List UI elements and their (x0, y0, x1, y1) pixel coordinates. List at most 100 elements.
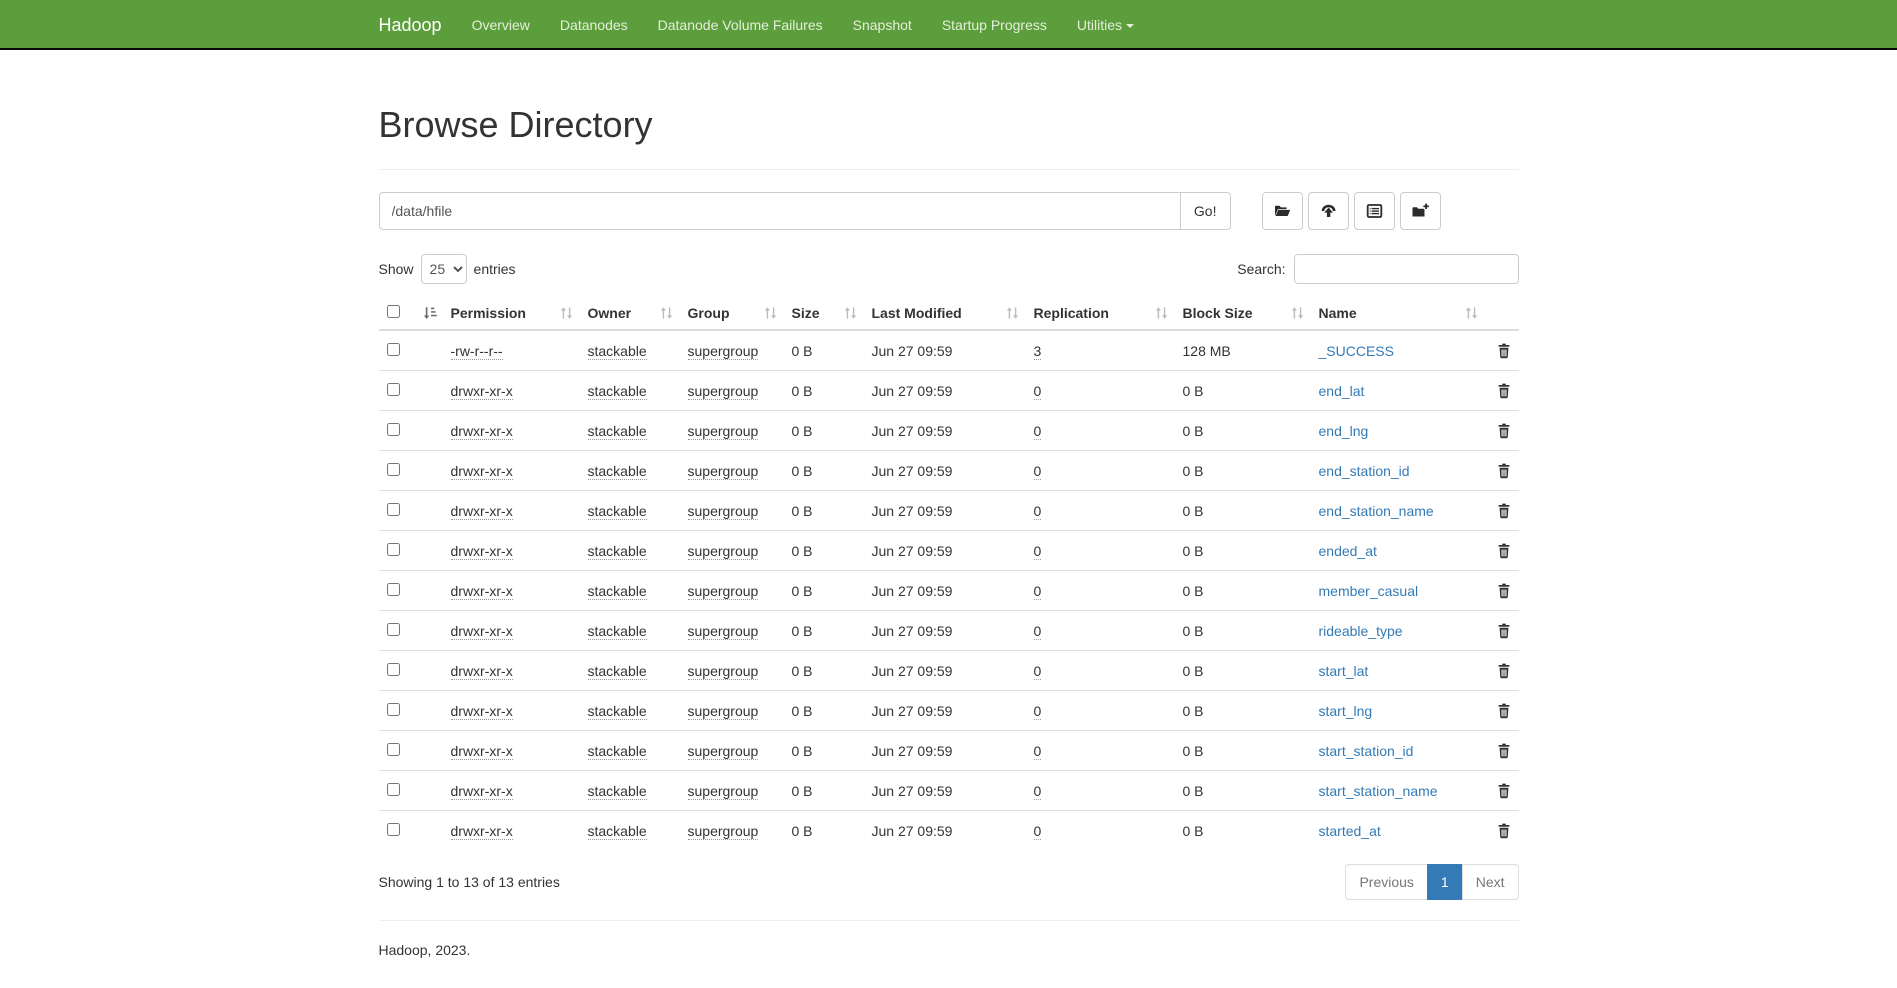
header-permission[interactable]: Permission (443, 296, 580, 330)
group-value[interactable]: supergroup (688, 383, 759, 400)
group-value[interactable]: supergroup (688, 583, 759, 600)
group-value[interactable]: supergroup (688, 703, 759, 720)
nav-item-datanodes[interactable]: Datanodes (545, 0, 643, 50)
nav-item-startup-progress[interactable]: Startup Progress (927, 0, 1062, 50)
file-name-link[interactable]: end_lng (1319, 423, 1369, 439)
permission-value[interactable]: drwxr-xr-x (451, 503, 513, 520)
group-value[interactable]: supergroup (688, 543, 759, 560)
file-name-link[interactable]: rideable_type (1319, 623, 1403, 639)
file-name-link[interactable]: start_lat (1319, 663, 1369, 679)
nav-dropdown-utilities[interactable]: Utilities (1062, 0, 1149, 50)
delete-button[interactable] (1497, 663, 1511, 679)
replication-value[interactable]: 0 (1034, 463, 1042, 480)
owner-value[interactable]: stackable (588, 343, 647, 360)
upload-file-button[interactable] (1308, 192, 1349, 230)
delete-button[interactable] (1497, 703, 1511, 719)
pagination-previous[interactable]: Previous (1345, 864, 1427, 900)
owner-value[interactable]: stackable (588, 383, 647, 400)
row-checkbox[interactable] (387, 543, 400, 556)
row-checkbox[interactable] (387, 703, 400, 716)
group-value[interactable]: supergroup (688, 783, 759, 800)
group-value[interactable]: supergroup (688, 743, 759, 760)
file-name-link[interactable]: _SUCCESS (1319, 343, 1394, 359)
row-checkbox[interactable] (387, 623, 400, 636)
row-checkbox[interactable] (387, 463, 400, 476)
file-name-link[interactable]: started_at (1319, 823, 1381, 839)
delete-button[interactable] (1497, 463, 1511, 479)
row-checkbox[interactable] (387, 583, 400, 596)
replication-value[interactable]: 0 (1034, 663, 1042, 680)
permission-value[interactable]: drwxr-xr-x (451, 463, 513, 480)
group-value[interactable]: supergroup (688, 463, 759, 480)
owner-value[interactable]: stackable (588, 543, 647, 560)
replication-value[interactable]: 0 (1034, 383, 1042, 400)
file-name-link[interactable]: start_station_id (1319, 743, 1414, 759)
page-size-select[interactable]: 25 (421, 254, 467, 284)
file-name-link[interactable]: start_lng (1319, 703, 1373, 719)
row-checkbox[interactable] (387, 423, 400, 436)
go-button[interactable]: Go! (1180, 192, 1231, 230)
replication-value[interactable]: 0 (1034, 423, 1042, 440)
group-value[interactable]: supergroup (688, 503, 759, 520)
directory-path-input[interactable] (379, 192, 1181, 230)
replication-value[interactable]: 0 (1034, 543, 1042, 560)
create-directory-button[interactable] (1400, 192, 1441, 230)
select-all-header[interactable] (379, 296, 443, 330)
nav-item-overview[interactable]: Overview (457, 0, 545, 50)
owner-value[interactable]: stackable (588, 783, 647, 800)
open-folder-button[interactable] (1262, 192, 1303, 230)
delete-button[interactable] (1497, 583, 1511, 599)
file-name-link[interactable]: end_station_name (1319, 503, 1434, 519)
row-checkbox[interactable] (387, 383, 400, 396)
group-value[interactable]: supergroup (688, 823, 759, 840)
header-name[interactable]: Name (1311, 296, 1485, 330)
permission-value[interactable]: -rw-r--r-- (451, 343, 503, 360)
replication-value[interactable]: 0 (1034, 503, 1042, 520)
header-block-size[interactable]: Block Size (1175, 296, 1311, 330)
replication-value[interactable]: 0 (1034, 743, 1042, 760)
delete-button[interactable] (1497, 543, 1511, 559)
list-view-button[interactable] (1354, 192, 1395, 230)
row-checkbox[interactable] (387, 663, 400, 676)
permission-value[interactable]: drwxr-xr-x (451, 743, 513, 760)
replication-value[interactable]: 0 (1034, 583, 1042, 600)
owner-value[interactable]: stackable (588, 463, 647, 480)
delete-button[interactable] (1497, 743, 1511, 759)
permission-value[interactable]: drwxr-xr-x (451, 583, 513, 600)
owner-value[interactable]: stackable (588, 623, 647, 640)
file-name-link[interactable]: start_station_name (1319, 783, 1438, 799)
row-checkbox[interactable] (387, 783, 400, 796)
permission-value[interactable]: drwxr-xr-x (451, 783, 513, 800)
delete-button[interactable] (1497, 423, 1511, 439)
group-value[interactable]: supergroup (688, 343, 759, 360)
permission-value[interactable]: drwxr-xr-x (451, 383, 513, 400)
owner-value[interactable]: stackable (588, 423, 647, 440)
owner-value[interactable]: stackable (588, 743, 647, 760)
delete-button[interactable] (1497, 623, 1511, 639)
delete-button[interactable] (1497, 503, 1511, 519)
header-size[interactable]: Size (784, 296, 864, 330)
replication-value[interactable]: 0 (1034, 823, 1042, 840)
group-value[interactable]: supergroup (688, 623, 759, 640)
row-checkbox[interactable] (387, 743, 400, 756)
pagination-page-1[interactable]: 1 (1427, 864, 1463, 900)
owner-value[interactable]: stackable (588, 703, 647, 720)
permission-value[interactable]: drwxr-xr-x (451, 663, 513, 680)
replication-value[interactable]: 0 (1034, 783, 1042, 800)
delete-button[interactable] (1497, 823, 1511, 839)
nav-item-snapshot[interactable]: Snapshot (838, 0, 927, 50)
file-name-link[interactable]: ended_at (1319, 543, 1377, 559)
owner-value[interactable]: stackable (588, 823, 647, 840)
row-checkbox[interactable] (387, 343, 400, 356)
replication-value[interactable]: 0 (1034, 703, 1042, 720)
delete-button[interactable] (1497, 383, 1511, 399)
group-value[interactable]: supergroup (688, 663, 759, 680)
permission-value[interactable]: drwxr-xr-x (451, 423, 513, 440)
permission-value[interactable]: drwxr-xr-x (451, 623, 513, 640)
replication-value[interactable]: 3 (1034, 343, 1042, 360)
row-checkbox[interactable] (387, 823, 400, 836)
owner-value[interactable]: stackable (588, 503, 647, 520)
file-name-link[interactable]: member_casual (1319, 583, 1419, 599)
permission-value[interactable]: drwxr-xr-x (451, 823, 513, 840)
replication-value[interactable]: 0 (1034, 623, 1042, 640)
